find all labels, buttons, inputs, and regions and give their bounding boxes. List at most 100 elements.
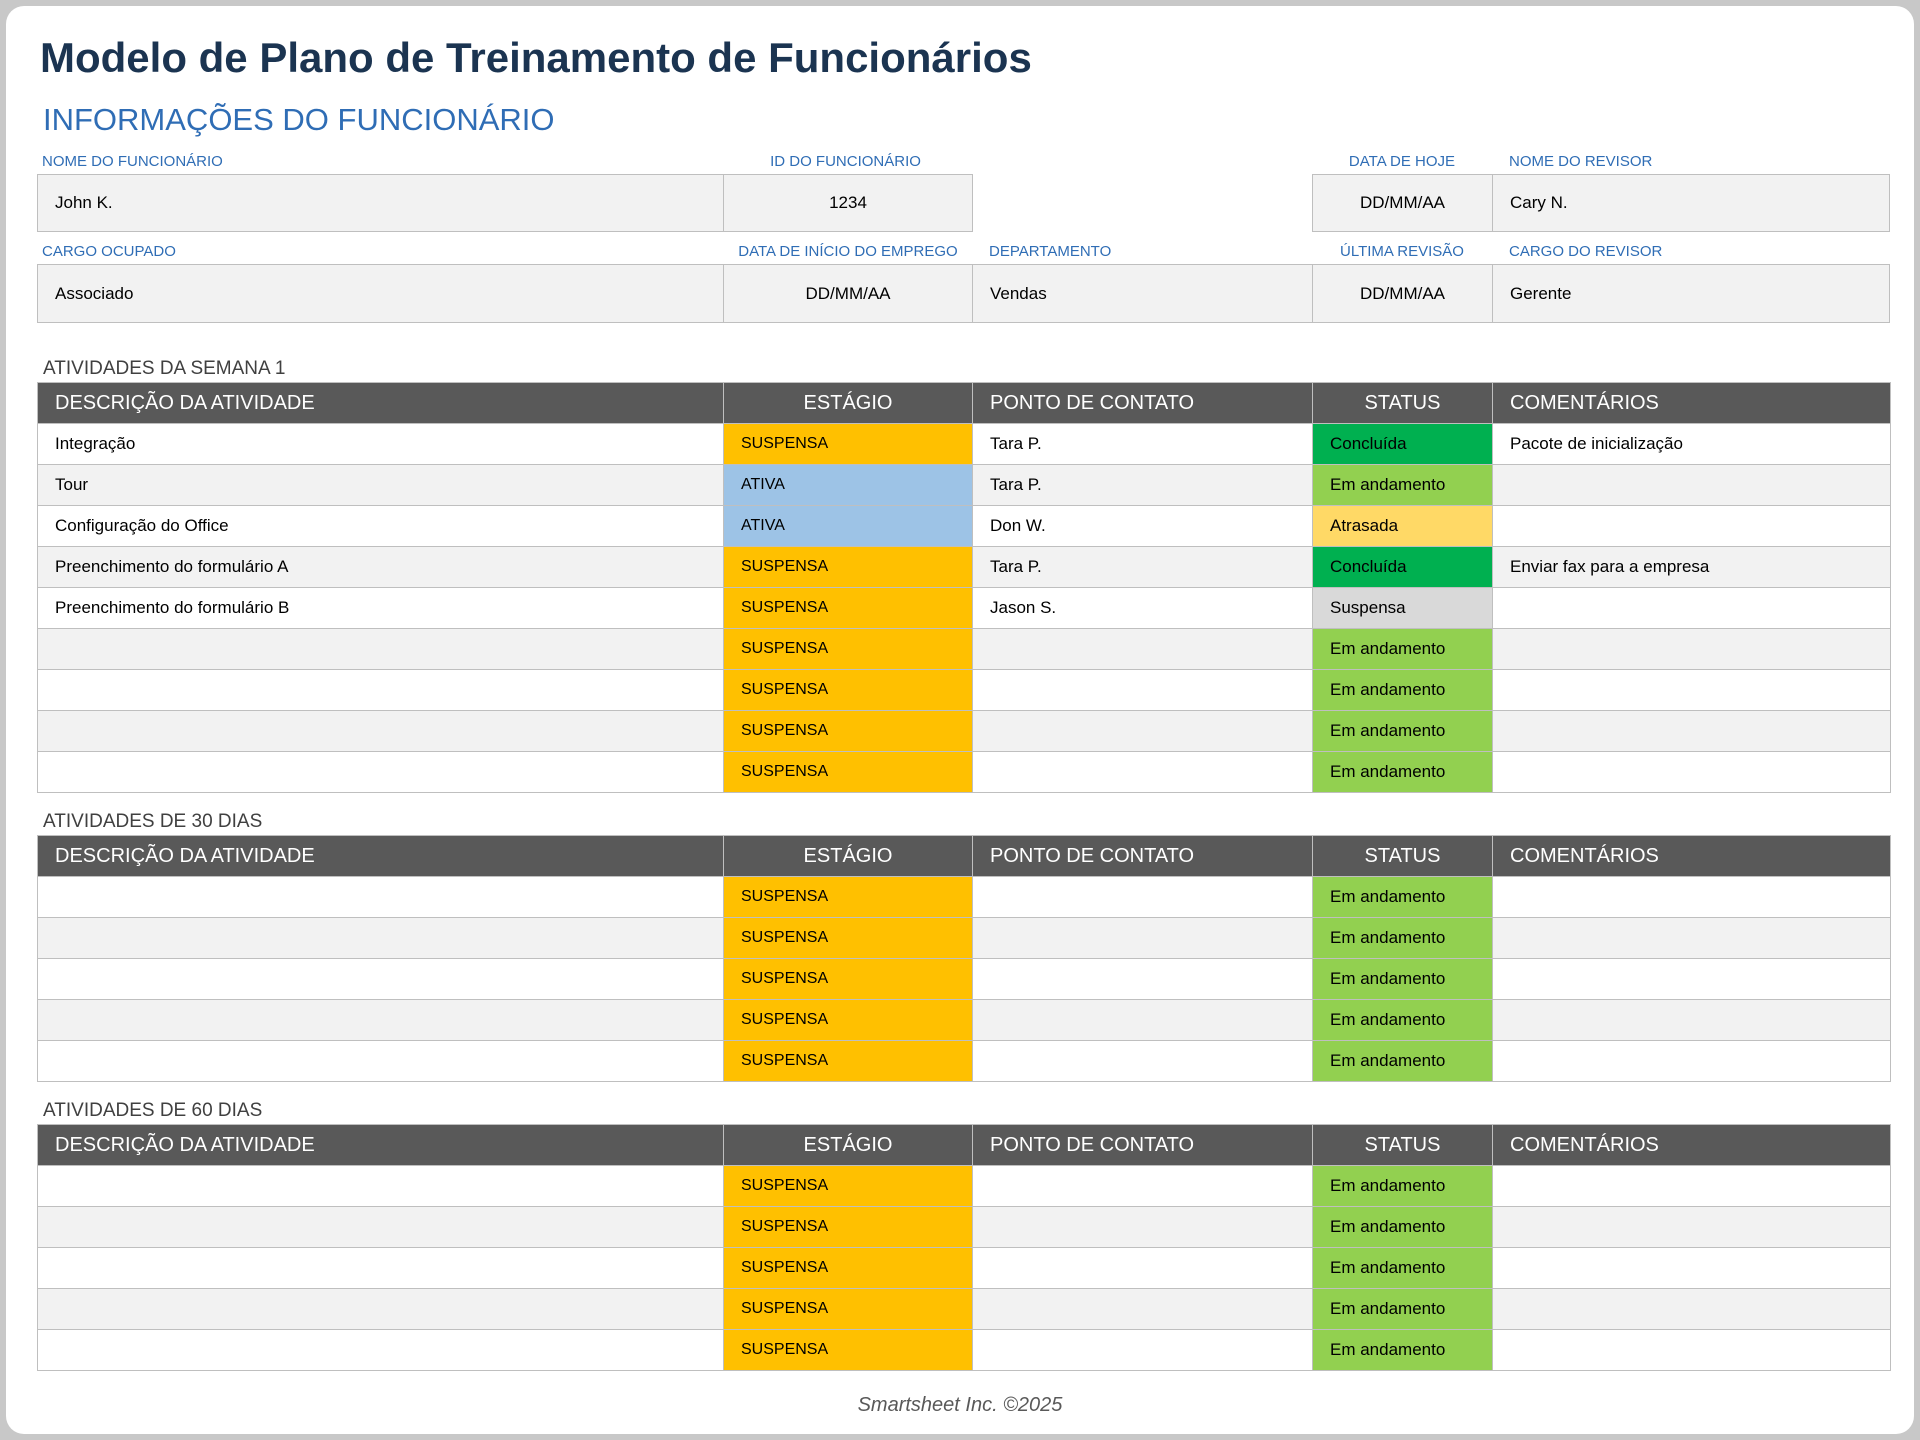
stage-cell[interactable]: SUSPENSA [723, 1247, 973, 1289]
status-cell[interactable]: Em andamento [1312, 464, 1493, 506]
contact-cell[interactable] [972, 710, 1313, 752]
contact-cell[interactable] [972, 1288, 1313, 1330]
activity-description-cell[interactable] [37, 1040, 724, 1082]
stage-cell[interactable]: SUSPENSA [723, 1288, 973, 1330]
status-cell[interactable]: Em andamento [1312, 999, 1493, 1041]
stage-cell[interactable]: SUSPENSA [723, 669, 973, 711]
position-field[interactable]: Associado [37, 264, 724, 323]
comments-cell[interactable] [1492, 505, 1891, 547]
stage-cell[interactable]: SUSPENSA [723, 587, 973, 629]
comments-cell[interactable] [1492, 1206, 1891, 1248]
comments-cell[interactable] [1492, 999, 1891, 1041]
comments-cell[interactable] [1492, 628, 1891, 670]
reviewer-name-field[interactable]: Cary N. [1492, 174, 1890, 232]
contact-cell[interactable] [972, 1247, 1313, 1289]
status-cell[interactable]: Em andamento [1312, 669, 1493, 711]
contact-cell[interactable]: Tara P. [972, 423, 1313, 465]
reviewer-position-field[interactable]: Gerente [1492, 264, 1890, 323]
comments-cell[interactable] [1492, 1288, 1891, 1330]
stage-cell[interactable]: SUSPENSA [723, 1329, 973, 1371]
activity-description-cell[interactable] [37, 751, 724, 793]
activity-description-cell[interactable]: Preenchimento do formulário A [37, 546, 724, 588]
contact-cell[interactable] [972, 628, 1313, 670]
activity-description-cell[interactable] [37, 958, 724, 1000]
stage-cell[interactable]: SUSPENSA [723, 423, 973, 465]
stage-cell[interactable]: SUSPENSA [723, 999, 973, 1041]
stage-cell[interactable]: SUSPENSA [723, 958, 973, 1000]
employee-id-field[interactable]: 1234 [723, 174, 973, 232]
status-cell[interactable]: Concluída [1312, 423, 1493, 465]
stage-cell[interactable]: SUSPENSA [723, 876, 973, 918]
contact-cell[interactable]: Tara P. [972, 546, 1313, 588]
comments-cell[interactable] [1492, 917, 1891, 959]
status-cell[interactable]: Em andamento [1312, 876, 1493, 918]
contact-cell[interactable] [972, 917, 1313, 959]
start-date-field[interactable]: DD/MM/AA [723, 264, 973, 323]
activity-description-cell[interactable] [37, 710, 724, 752]
stage-cell[interactable]: ATIVA [723, 464, 973, 506]
activity-description-cell[interactable] [37, 628, 724, 670]
contact-cell[interactable] [972, 958, 1313, 1000]
comments-cell[interactable] [1492, 1040, 1891, 1082]
status-cell[interactable]: Em andamento [1312, 1165, 1493, 1207]
status-cell[interactable]: Atrasada [1312, 505, 1493, 547]
comments-cell[interactable] [1492, 710, 1891, 752]
stage-cell[interactable]: ATIVA [723, 505, 973, 547]
contact-cell[interactable] [972, 1040, 1313, 1082]
stage-cell[interactable]: SUSPENSA [723, 710, 973, 752]
comments-cell[interactable] [1492, 1247, 1891, 1289]
activity-description-cell[interactable] [37, 1288, 724, 1330]
stage-cell[interactable]: SUSPENSA [723, 1206, 973, 1248]
contact-cell[interactable] [972, 1329, 1313, 1371]
status-cell[interactable]: Em andamento [1312, 958, 1493, 1000]
status-cell[interactable]: Em andamento [1312, 1040, 1493, 1082]
activity-description-cell[interactable] [37, 1247, 724, 1289]
comments-cell[interactable] [1492, 1165, 1891, 1207]
activity-description-cell[interactable]: Integração [37, 423, 724, 465]
contact-cell[interactable]: Jason S. [972, 587, 1313, 629]
status-cell[interactable]: Em andamento [1312, 917, 1493, 959]
today-date-field[interactable]: DD/MM/AA [1312, 174, 1493, 232]
activity-description-cell[interactable] [37, 917, 724, 959]
activity-description-cell[interactable] [37, 1165, 724, 1207]
activity-description-cell[interactable]: Configuração do Office [37, 505, 724, 547]
status-cell[interactable]: Suspensa [1312, 587, 1493, 629]
status-cell[interactable]: Em andamento [1312, 628, 1493, 670]
activity-description-cell[interactable] [37, 1206, 724, 1248]
comments-cell[interactable] [1492, 751, 1891, 793]
comments-cell[interactable] [1492, 958, 1891, 1000]
comments-cell[interactable] [1492, 876, 1891, 918]
status-cell[interactable]: Em andamento [1312, 1206, 1493, 1248]
status-cell[interactable]: Em andamento [1312, 1329, 1493, 1371]
activity-description-cell[interactable]: Tour [37, 464, 724, 506]
employee-name-field[interactable]: John K. [37, 174, 724, 232]
comments-cell[interactable]: Pacote de inicialização [1492, 423, 1891, 465]
activity-description-cell[interactable] [37, 876, 724, 918]
comments-cell[interactable] [1492, 464, 1891, 506]
comments-cell[interactable] [1492, 587, 1891, 629]
activity-description-cell[interactable] [37, 669, 724, 711]
status-cell[interactable]: Em andamento [1312, 1288, 1493, 1330]
stage-cell[interactable]: SUSPENSA [723, 1040, 973, 1082]
activity-description-cell[interactable] [37, 999, 724, 1041]
stage-cell[interactable]: SUSPENSA [723, 546, 973, 588]
contact-cell[interactable] [972, 669, 1313, 711]
stage-cell[interactable]: SUSPENSA [723, 628, 973, 670]
last-review-field[interactable]: DD/MM/AA [1312, 264, 1493, 323]
activity-description-cell[interactable] [37, 1329, 724, 1371]
contact-cell[interactable] [972, 1206, 1313, 1248]
department-field[interactable]: Vendas [972, 264, 1313, 323]
contact-cell[interactable] [972, 876, 1313, 918]
contact-cell[interactable]: Tara P. [972, 464, 1313, 506]
stage-cell[interactable]: SUSPENSA [723, 917, 973, 959]
status-cell[interactable]: Em andamento [1312, 751, 1493, 793]
contact-cell[interactable] [972, 999, 1313, 1041]
contact-cell[interactable]: Don W. [972, 505, 1313, 547]
status-cell[interactable]: Em andamento [1312, 1247, 1493, 1289]
comments-cell[interactable]: Enviar fax para a empresa [1492, 546, 1891, 588]
comments-cell[interactable] [1492, 669, 1891, 711]
contact-cell[interactable] [972, 751, 1313, 793]
activity-description-cell[interactable]: Preenchimento do formulário B [37, 587, 724, 629]
contact-cell[interactable] [972, 1165, 1313, 1207]
stage-cell[interactable]: SUSPENSA [723, 751, 973, 793]
